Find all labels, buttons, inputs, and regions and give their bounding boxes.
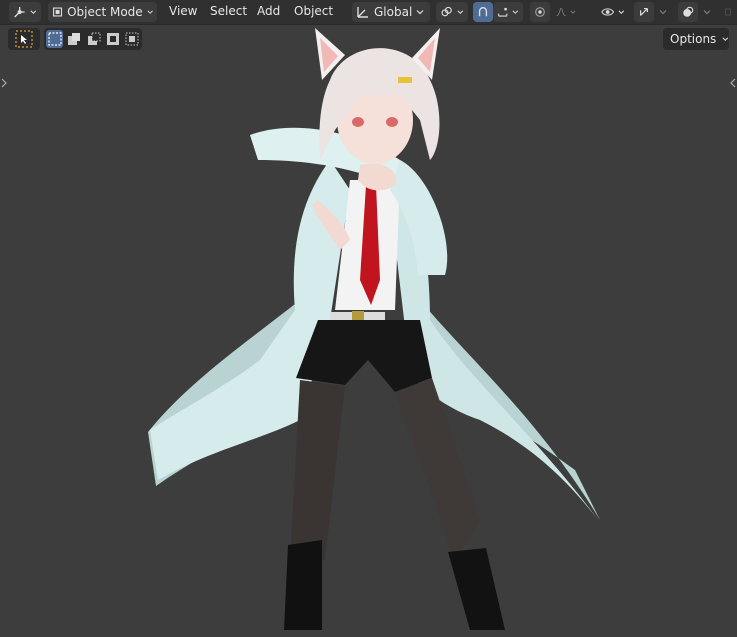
chevron-down-icon (416, 10, 424, 15)
select-invert-button[interactable] (104, 30, 121, 48)
orientation-icon (357, 7, 368, 18)
chevron-down-icon (30, 10, 37, 14)
chevron-down-icon (512, 10, 519, 14)
active-tool-button[interactable] (15, 30, 33, 48)
left-eye (352, 117, 364, 127)
viewport-header: Object Mode View Select Add Object Globa… (0, 0, 737, 25)
menu-add[interactable]: Add (257, 4, 280, 18)
left-boot (284, 540, 322, 630)
chevron-right-icon (1, 78, 7, 88)
select-new-button[interactable] (46, 30, 64, 48)
orientation-label: Global (374, 5, 413, 19)
menu-view[interactable]: View (169, 4, 197, 18)
menu-object[interactable]: Object (294, 4, 333, 18)
select-new-icon (48, 32, 62, 46)
select-invert-icon (106, 33, 119, 45)
snap-target-dropdown[interactable] (493, 2, 523, 22)
chevron-down-icon (722, 37, 729, 41)
editor-type-button[interactable] (9, 2, 41, 22)
select-extend-button[interactable] (65, 30, 82, 48)
chevron-down-icon (659, 10, 667, 15)
sidebar-expand-arrow[interactable] (729, 76, 737, 90)
select-intersect-button[interactable] (124, 30, 141, 48)
select-extend-icon (68, 33, 81, 45)
proportional-edit-toggle[interactable] (530, 2, 550, 22)
chevron-down-icon (703, 10, 711, 15)
right-eye (386, 117, 398, 127)
gizmo-icon (639, 7, 649, 16)
mode-dropdown[interactable]: Object Mode (48, 2, 157, 22)
shading-icon (725, 8, 731, 16)
overlay-toggle[interactable] (678, 2, 698, 22)
select-subtract-button[interactable] (85, 30, 102, 48)
gizmo-dropdown[interactable] (655, 2, 671, 22)
chevron-down-icon (618, 10, 625, 14)
proportional-edit-icon (535, 7, 545, 17)
select-subtract-icon (87, 32, 101, 45)
shorts (296, 320, 432, 392)
hair-clip (398, 77, 412, 83)
viewport-canvas[interactable] (0, 0, 737, 637)
right-boot (448, 548, 505, 630)
viewport-icon (14, 7, 25, 18)
active-tool-panel (8, 28, 40, 50)
overlay-dropdown[interactable] (699, 2, 715, 22)
selection-mode-group (44, 28, 142, 50)
pivot-dropdown[interactable] (436, 2, 468, 22)
object-mode-icon (53, 7, 63, 17)
chevron-down-icon (457, 10, 464, 14)
snap-toggle[interactable] (473, 2, 493, 22)
visibility-icon (601, 8, 615, 16)
options-label: Options (670, 32, 717, 46)
snap-target-icon (498, 7, 508, 17)
pivot-icon (441, 6, 452, 17)
mode-label: Object Mode (67, 5, 143, 19)
select-box-icon (15, 30, 33, 48)
toolbar-expand-arrow[interactable] (0, 76, 8, 90)
falloff-dropdown[interactable] (552, 2, 580, 22)
chevron-down-icon (570, 10, 576, 14)
select-intersect-icon (125, 32, 139, 46)
falloff-icon (556, 7, 566, 17)
chevron-down-icon (147, 10, 153, 14)
chevron-left-icon (730, 78, 736, 88)
overlay-icon (683, 6, 694, 17)
options-dropdown[interactable]: Options (663, 28, 729, 50)
orientation-dropdown[interactable]: Global (352, 2, 430, 22)
character-model (148, 28, 600, 630)
gizmo-toggle[interactable] (634, 2, 654, 22)
visibility-dropdown[interactable] (597, 2, 629, 22)
shading-toggle[interactable] (721, 2, 735, 22)
menu-select[interactable]: Select (210, 4, 247, 18)
snap-icon (478, 7, 488, 17)
